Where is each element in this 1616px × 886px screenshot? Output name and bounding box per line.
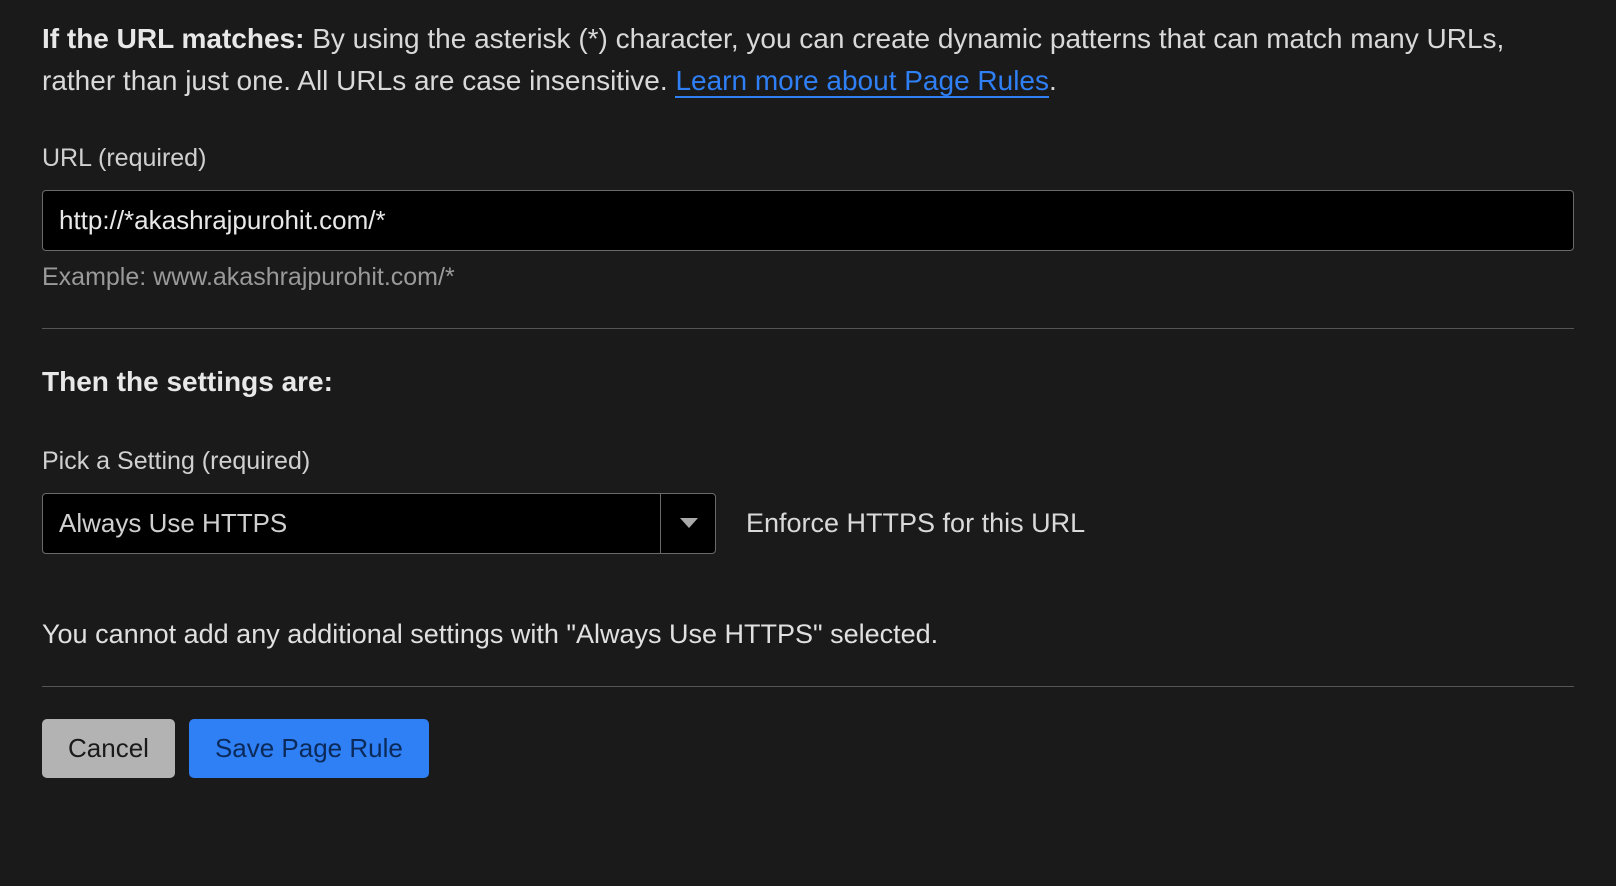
intro-period: . xyxy=(1049,65,1057,96)
warning-text: You cannot add any additional settings w… xyxy=(42,614,1574,655)
save-button[interactable]: Save Page Rule xyxy=(189,719,429,778)
intro-label: If the URL matches: xyxy=(42,23,304,54)
divider xyxy=(42,328,1574,329)
url-example-text: Example: www.akashrajpurohit.com/* xyxy=(42,259,1574,297)
url-label: URL (required) xyxy=(42,140,1574,178)
setting-select[interactable]: Always Use HTTPS xyxy=(42,493,716,554)
cancel-button[interactable]: Cancel xyxy=(42,719,175,778)
settings-heading: Then the settings are: xyxy=(42,361,1574,403)
pick-setting-label: Pick a Setting (required) xyxy=(42,443,1574,481)
divider-2 xyxy=(42,686,1574,687)
intro-text: If the URL matches: By using the asteris… xyxy=(42,18,1574,102)
learn-more-link[interactable]: Learn more about Page Rules xyxy=(675,65,1049,98)
url-input[interactable] xyxy=(42,190,1574,251)
setting-description: Enforce HTTPS for this URL xyxy=(746,503,1085,544)
